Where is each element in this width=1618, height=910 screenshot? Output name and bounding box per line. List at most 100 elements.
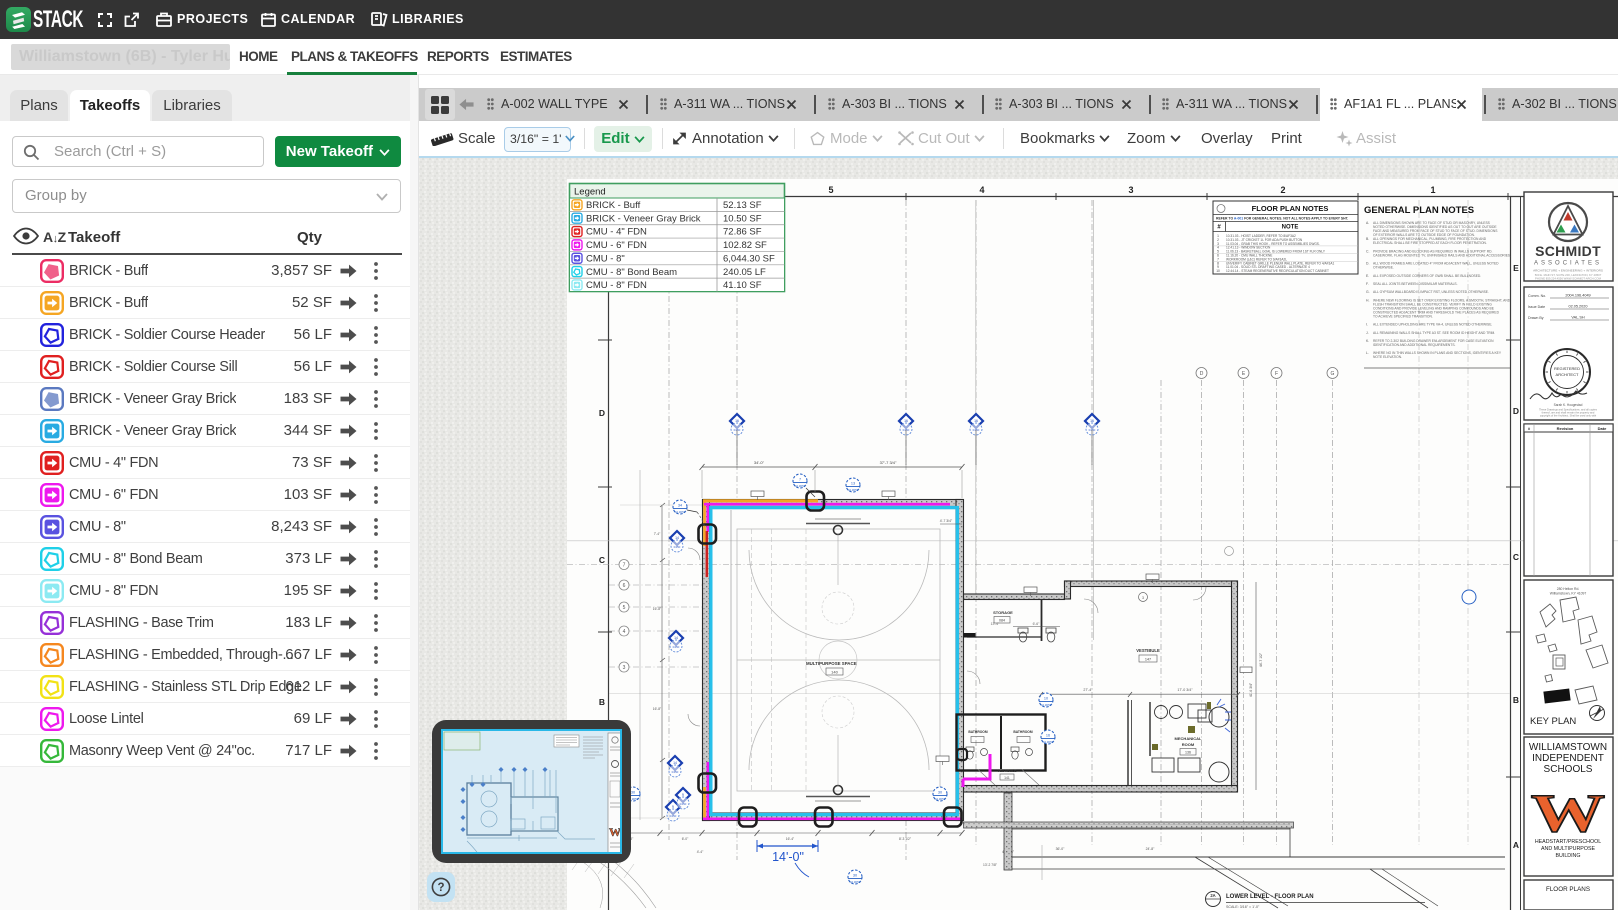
svg-text:BATHROOM: BATHROOM (968, 730, 987, 734)
svg-text:280 Helton Rd.: 280 Helton Rd. (1557, 587, 1580, 591)
svg-text:4'-4": 4'-4" (697, 850, 704, 854)
svg-text:02.05.2020: 02.05.2020 (1568, 305, 1587, 309)
svg-text:7'-4": 7'-4" (654, 532, 661, 536)
svg-text:CMU - 4" FDN: CMU - 4" FDN (586, 227, 647, 238)
svg-text:SCHMIDT: SCHMIDT (1535, 243, 1601, 259)
svg-text:FLOOR PLANS: FLOOR PLANS (1546, 886, 1590, 893)
svg-text:Sarah K. Hougestad: Sarah K. Hougestad (1554, 403, 1583, 407)
svg-text:27'-4": 27'-4" (1083, 688, 1093, 692)
svg-text:CMU - 8" Bond Beam: CMU - 8" Bond Beam (586, 267, 677, 278)
svg-text:5: 5 (623, 605, 626, 611)
svg-text:CASEWORK, FLAG MOUNTED TV, UNF: CASEWORK, FLAG MOUNTED TV, UNFINISHED RA… (1373, 253, 1511, 257)
svg-text:CMU - 8" FDN: CMU - 8" FDN (586, 280, 647, 291)
svg-text:INDEPENDENT: INDEPENDENT (1532, 753, 1604, 764)
svg-text:J.: J. (1366, 331, 1369, 335)
svg-text:copyright of the Architect. Sh: copyright of the Architect. Shall be use… (1540, 414, 1597, 418)
svg-text:16'-8": 16'-8" (653, 707, 662, 711)
svg-text:41.10 SF: 41.10 SF (723, 280, 762, 291)
svg-text:WILLIAMSTOWN: WILLIAMSTOWN (1529, 742, 1607, 753)
svg-text:6,044.30 SF: 6,044.30 SF (723, 253, 775, 264)
svg-text:IDENTIFICATION AND ADDITIONAL: IDENTIFICATION AND ADDITIONAL REQUIREMEN… (1373, 343, 1456, 347)
svg-text:ALL GYPSUM WALLBOARD IS IMPACT: ALL GYPSUM WALLBOARD IS IMPACT RST, UNLE… (1373, 290, 1489, 294)
svg-text:30: 30 (938, 791, 942, 795)
svg-text:BATHROOM: BATHROOM (1013, 730, 1032, 734)
svg-text:K.: K. (1366, 339, 1369, 343)
svg-text:2: 2 (1280, 185, 1285, 195)
svg-text:C: C (599, 555, 605, 565)
svg-text:4: 4 (979, 185, 984, 195)
svg-text:HEADSTART/PRESCHOOL: HEADSTART/PRESCHOOL (1535, 839, 1601, 845)
svg-text:REGISTERED: REGISTERED (1554, 366, 1580, 371)
svg-text:04.3050: 04.3050 (935, 797, 946, 801)
svg-text:04.3050: 04.3050 (848, 488, 859, 492)
svg-text:W: W (1531, 784, 1606, 844)
svg-text:VESTIBULE: VESTIBULE (1136, 648, 1160, 653)
svg-text:6: 6 (623, 583, 626, 589)
svg-text:TO ACHIEVE SPECIFIED TRANSITIO: TO ACHIEVE SPECIFIED TRANSITION. (1373, 314, 1433, 318)
svg-text:72.86 SF: 72.86 SF (723, 227, 762, 238)
svg-text:PHONE 859.224.4556 WWW.SCHMID: PHONE 859.224.4556 WWW.SCHMIDT-ARCH.COM (1535, 277, 1602, 281)
svg-text:B: B (599, 697, 605, 707)
svg-text:136: 136 (1185, 751, 1191, 755)
svg-text:CMU - 6" FDN: CMU - 6" FDN (586, 240, 647, 251)
svg-text:04.3050: 04.3050 (1043, 740, 1054, 744)
svg-text:ALL EXPOSED OUTSIDE CORNERS OF: ALL EXPOSED OUTSIDE CORNERS OF GWB SHALL… (1373, 274, 1481, 278)
svg-text:30: 30 (631, 791, 635, 795)
svg-text:3: 3 (623, 665, 626, 671)
svg-text:D: D (599, 408, 605, 418)
svg-text:0450: 0450 (673, 645, 680, 649)
svg-text:084: 084 (999, 619, 1005, 623)
svg-text:ALL EXTENDED UPHOLDING ARE TYP: ALL EXTENDED UPHOLDING ARE TYPE VA-4, UN… (1373, 323, 1492, 327)
svg-text:Revision: Revision (1557, 426, 1574, 431)
svg-text:ELECTRICAL SHALL BE FIRE STOPP: ELECTRICAL SHALL BE FIRE STOPPED AT EACH… (1373, 241, 1487, 245)
svg-text:NOTE: NOTE (1282, 225, 1299, 231)
svg-text:F: F (1275, 371, 1278, 377)
svg-text:B.: B. (1366, 237, 1369, 241)
svg-text:AND MULTIPURPOSE: AND MULTIPURPOSE (1541, 846, 1596, 852)
svg-text:0450: 0450 (680, 802, 687, 806)
svg-text:Date: Date (1598, 426, 1607, 431)
svg-text:MULTIPURPOSE SPACE: MULTIPURPOSE SPACE (806, 661, 857, 666)
svg-text:CMU - 8": CMU - 8" (586, 253, 625, 264)
svg-text:BRICK - Buff: BRICK - Buff (586, 200, 641, 211)
svg-text:GENERAL PLAN NOTES: GENERAL PLAN NOTES (1364, 205, 1474, 216)
svg-text:ROOM: ROOM (1182, 742, 1195, 747)
svg-text:52.13 SF: 52.13 SF (723, 200, 762, 211)
svg-text:ALL REMAINING WALLS SHALL TYPE: ALL REMAINING WALLS SHALL TYPE A3 ST. SE… (1373, 331, 1495, 335)
svg-text:Comm. No.: Comm. No. (1528, 294, 1546, 298)
svg-text:44'-7 1/2": 44'-7 1/2" (1259, 652, 1263, 667)
svg-text:30: 30 (853, 874, 857, 878)
svg-text:STORAGE: STORAGE (993, 610, 1013, 615)
svg-text:41'-6 3/4": 41'-6 3/4" (1249, 682, 1253, 697)
svg-text:140: 140 (831, 670, 838, 675)
svg-text:SEAL ALL JOINTS BETWEEN DISSIM: SEAL ALL JOINTS BETWEEN DISSIMILAR MATER… (1373, 282, 1458, 286)
svg-text:A.: A. (1366, 221, 1369, 225)
svg-text:0450: 0450 (672, 770, 679, 774)
svg-text:I.: I. (1366, 323, 1368, 327)
svg-text:A: A (1513, 840, 1519, 850)
svg-text:VESTIBULE: VESTIBULE (997, 769, 1017, 773)
svg-text:13: 13 (851, 482, 855, 486)
svg-text:C: C (1513, 552, 1519, 562)
svg-text:1: 1 (1430, 185, 1435, 195)
svg-text:0450: 0450 (674, 545, 681, 549)
svg-text:36'-0": 36'-0" (1056, 847, 1065, 851)
svg-text:102.82 SF: 102.82 SF (723, 240, 767, 251)
svg-text:10: 10 (1044, 697, 1048, 701)
svg-text:13'-4": 13'-4" (991, 622, 1000, 626)
svg-text:16'-8": 16'-8" (653, 607, 662, 611)
svg-text:4'-7 3/4": 4'-7 3/4" (940, 519, 953, 523)
svg-text:24'-8": 24'-8" (1146, 847, 1155, 851)
svg-text:04.3050: 04.3050 (850, 880, 861, 884)
svg-text:147: 147 (1145, 658, 1151, 662)
svg-text:240.05 LF: 240.05 LF (723, 267, 766, 278)
svg-text:NOTE ELEVATION.: NOTE ELEVATION. (1373, 355, 1402, 359)
svg-text:2A: 2A (1210, 893, 1215, 898)
svg-text:SCALE: 3/16" = 1'-0": SCALE: 3/16" = 1'-0" (1226, 905, 1260, 909)
svg-text:37'-7 3/4": 37'-7 3/4" (880, 460, 897, 465)
svg-text:14'-0": 14'-0" (772, 850, 804, 864)
svg-text:04.3050: 04.3050 (1041, 703, 1052, 707)
svg-text:6'-0": 6'-0" (682, 837, 689, 841)
svg-text:10.50 SF: 10.50 SF (723, 213, 762, 224)
svg-text:16: 16 (1046, 734, 1050, 738)
